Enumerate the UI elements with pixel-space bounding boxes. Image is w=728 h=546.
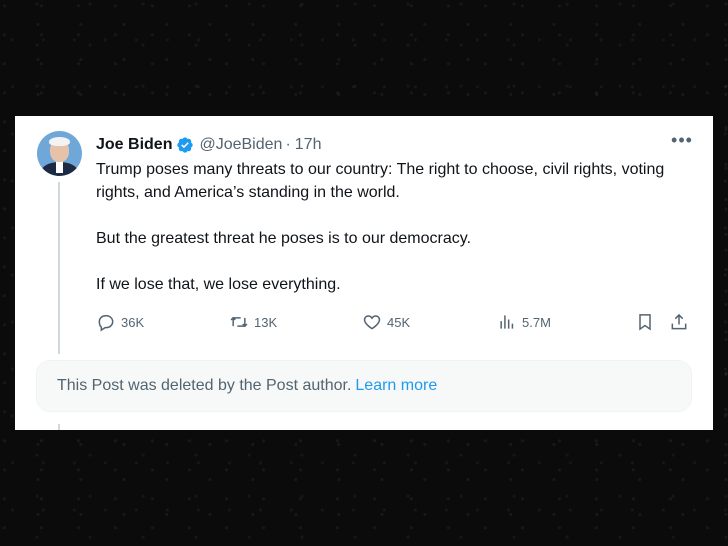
share-button[interactable] (669, 311, 689, 333)
deleted-notice-text: This Post was deleted by the Post author… (57, 377, 352, 394)
author-handle[interactable]: @JoeBiden (199, 136, 282, 154)
more-dots-icon[interactable]: ••• (671, 131, 693, 152)
tweet-paragraph: But the greatest threat he poses is to o… (96, 230, 472, 247)
views-count: 5.7M (522, 314, 551, 330)
like-icon (363, 315, 381, 330)
repost-icon (230, 316, 248, 328)
thread-line (58, 182, 60, 354)
reply-icon (98, 315, 114, 332)
tweet-card: Joe Biden @JoeBiden · 17h ••• Trump pose… (15, 116, 713, 430)
share-icon (671, 313, 687, 330)
author-name[interactable]: Joe Biden (96, 136, 172, 154)
deleted-post-notice: This Post was deleted by the Post author… (36, 360, 692, 412)
verified-badge-icon (177, 137, 194, 153)
thread-line-lower (58, 424, 60, 430)
repost-button[interactable]: 13K (229, 311, 277, 333)
reply-count: 36K (121, 314, 145, 330)
separator-dot: · (285, 136, 291, 153)
views-button[interactable]: 5.7M (497, 311, 551, 333)
tweet-header: Joe Biden @JoeBiden · 17h (96, 134, 321, 156)
tweet-paragraph: Trump poses many threats to our country:… (96, 161, 665, 201)
repost-count: 13K (254, 314, 278, 330)
avatar[interactable] (37, 131, 82, 176)
tweet-paragraph: If we lose that, we lose everything. (96, 276, 341, 293)
reply-button[interactable]: 36K (96, 311, 144, 333)
action-bar: 36K 13K 45K 5.7M (96, 311, 696, 333)
like-button[interactable]: 45K (362, 311, 410, 333)
learn-more-link[interactable]: Learn more (355, 377, 437, 395)
like-count: 45K (387, 314, 411, 330)
views-icon (500, 315, 514, 329)
tweet-text: Trump poses many threats to our country:… (96, 158, 696, 296)
timestamp[interactable]: 17h (295, 136, 322, 154)
bookmark-button[interactable] (635, 311, 655, 333)
bookmark-icon (639, 314, 651, 331)
